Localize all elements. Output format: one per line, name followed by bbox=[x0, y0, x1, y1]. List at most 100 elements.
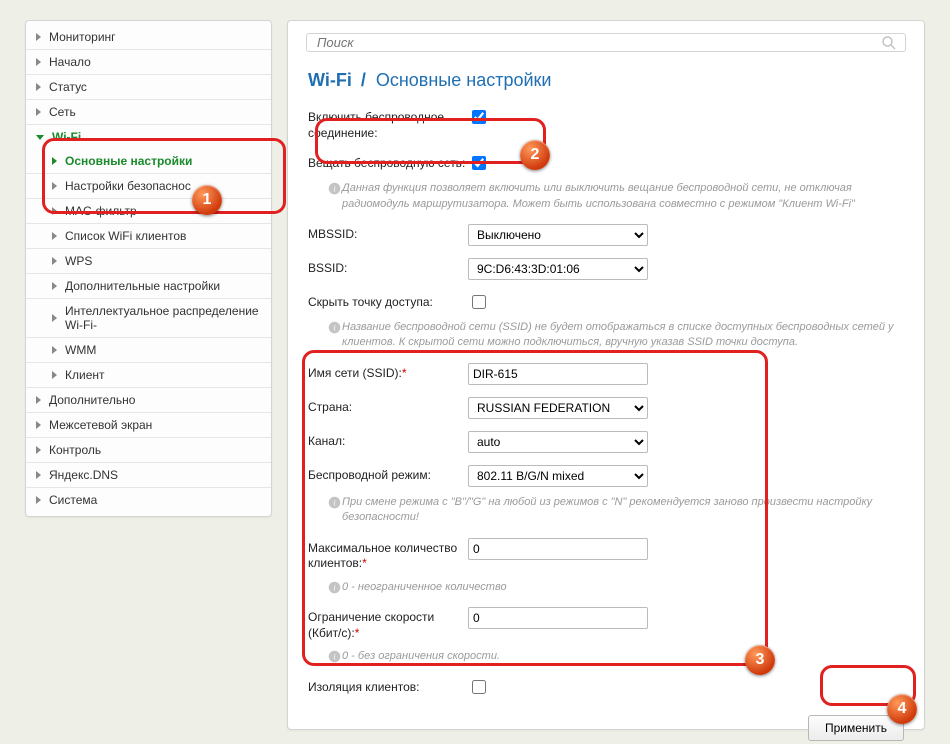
chevron-icon bbox=[52, 207, 57, 215]
sidebar-subitem-4-1[interactable]: Настройки безопаснос bbox=[26, 173, 271, 198]
sidebar-item-label: WPS bbox=[65, 254, 92, 268]
sidebar-item-label: Сеть bbox=[49, 105, 76, 119]
chevron-icon bbox=[52, 371, 57, 379]
mode-label: Беспроводной режим: bbox=[308, 465, 468, 484]
sidebar-item-label: Интеллектуальное распределение Wi-Fi- bbox=[65, 304, 261, 332]
mode-hint: i При смене режима с "B"/"G" на любой из… bbox=[326, 493, 904, 532]
channel-select[interactable]: auto bbox=[468, 431, 648, 453]
rate-limit-hint: i 0 - без ограничения скорости. bbox=[326, 647, 904, 670]
chevron-icon bbox=[52, 232, 57, 240]
mode-select[interactable]: 802.11 B/G/N mixed bbox=[468, 465, 648, 487]
country-select[interactable]: RUSSIAN FEDERATION bbox=[468, 397, 648, 419]
chevron-icon bbox=[52, 182, 57, 190]
search-bar[interactable] bbox=[306, 33, 906, 52]
chevron-icon bbox=[36, 421, 41, 429]
rate-limit-input[interactable] bbox=[468, 607, 648, 629]
mbssid-label: MBSSID: bbox=[308, 224, 468, 243]
sidebar-subitem-4-8[interactable]: Клиент bbox=[26, 362, 271, 387]
info-icon: i bbox=[326, 495, 342, 526]
broadcast-label: Вещать беспроводную сеть: bbox=[308, 153, 468, 172]
broadcast-hint: i Данная функция позволяет включить или … bbox=[326, 179, 904, 218]
channel-label: Канал: bbox=[308, 431, 468, 450]
max-clients-input[interactable] bbox=[468, 538, 648, 560]
max-clients-hint: i 0 - неограниченное количество bbox=[326, 578, 904, 601]
chevron-icon bbox=[36, 58, 41, 66]
sidebar-subitem-4-0[interactable]: Основные настройки bbox=[26, 149, 271, 173]
sidebar-item-0[interactable]: Мониторинг bbox=[26, 25, 271, 49]
sidebar-item-label: Основные настройки bbox=[65, 154, 192, 168]
sidebar-subitem-4-4[interactable]: WPS bbox=[26, 248, 271, 273]
isolation-label: Изоляция клиентов: bbox=[308, 677, 468, 696]
chevron-icon bbox=[36, 471, 41, 479]
sidebar-item-label: Яндекс.DNS bbox=[49, 468, 118, 482]
chevron-icon bbox=[52, 157, 57, 165]
ssid-input[interactable] bbox=[468, 363, 648, 385]
annotation-badge-3: 3 bbox=[745, 645, 775, 675]
isolation-checkbox[interactable] bbox=[472, 680, 486, 694]
bssid-label: BSSID: bbox=[308, 258, 468, 277]
sidebar-subitem-4-6[interactable]: Интеллектуальное распределение Wi-Fi- bbox=[26, 298, 271, 337]
chevron-icon bbox=[36, 135, 44, 140]
sidebar-item-4[interactable]: Wi-Fi bbox=[26, 124, 271, 149]
chevron-icon bbox=[36, 33, 41, 41]
chevron-icon bbox=[36, 496, 41, 504]
sidebar-item-label: Список WiFi клиентов bbox=[65, 229, 186, 243]
sidebar-item-label: Клиент bbox=[65, 368, 105, 382]
bssid-select[interactable]: 9C:D6:43:3D:01:06 bbox=[468, 258, 648, 280]
info-icon: i bbox=[326, 320, 342, 351]
sidebar-item-9[interactable]: Система bbox=[26, 487, 271, 512]
max-clients-label: Максимальное количество клиентов:* bbox=[308, 538, 468, 572]
search-input[interactable] bbox=[315, 34, 881, 51]
search-icon bbox=[881, 35, 897, 51]
info-icon: i bbox=[326, 649, 342, 664]
hide-ap-hint: i Название беспроводной сети (SSID) не б… bbox=[326, 318, 904, 357]
sidebar-item-6[interactable]: Межсетевой экран bbox=[26, 412, 271, 437]
sidebar-item-label: Мониторинг bbox=[49, 30, 116, 44]
country-label: Страна: bbox=[308, 397, 468, 416]
sidebar-item-label: Статус bbox=[49, 80, 87, 94]
sidebar: Мониторинг Начало Статус Сеть Wi-Fi Основные … bbox=[25, 20, 272, 517]
annotation-badge-2: 2 bbox=[520, 140, 550, 170]
sidebar-item-label: WMM bbox=[65, 343, 96, 357]
sidebar-item-label: Wi-Fi bbox=[52, 130, 81, 144]
hide-ap-checkbox[interactable] bbox=[472, 295, 486, 309]
broadcast-checkbox[interactable] bbox=[472, 156, 486, 170]
annotation-badge-1: 1 bbox=[192, 185, 222, 215]
chevron-icon bbox=[36, 83, 41, 91]
chevron-icon bbox=[36, 446, 41, 454]
page-title: Wi-Fi / Основные настройки bbox=[308, 70, 904, 91]
sidebar-subitem-4-7[interactable]: WMM bbox=[26, 337, 271, 362]
sidebar-item-label: Система bbox=[49, 493, 97, 507]
wifi-settings-form: Включить беспроводное соединение: Вещать… bbox=[288, 101, 924, 703]
chevron-icon bbox=[52, 257, 57, 265]
chevron-icon bbox=[36, 396, 41, 404]
hide-ap-label: Скрыть точку доступа: bbox=[308, 292, 468, 311]
mbssid-select[interactable]: Выключено bbox=[468, 224, 648, 246]
sidebar-item-5[interactable]: Дополнительно bbox=[26, 387, 271, 412]
sidebar-item-8[interactable]: Яндекс.DNS bbox=[26, 462, 271, 487]
ssid-label: Имя сети (SSID):* bbox=[308, 363, 468, 382]
sidebar-item-label: Начало bbox=[49, 55, 91, 69]
main-panel: Wi-Fi / Основные настройки Включить бесп… bbox=[287, 20, 925, 730]
sidebar-item-label: Дополнительные настройки bbox=[65, 279, 220, 293]
chevron-icon bbox=[36, 108, 41, 116]
sidebar-item-1[interactable]: Начало bbox=[26, 49, 271, 74]
sidebar-item-label: Дополнительно bbox=[49, 393, 135, 407]
sidebar-item-label: Межсетевой экран bbox=[49, 418, 152, 432]
sidebar-item-2[interactable]: Статус bbox=[26, 74, 271, 99]
sidebar-item-3[interactable]: Сеть bbox=[26, 99, 271, 124]
sidebar-item-7[interactable]: Контроль bbox=[26, 437, 271, 462]
sidebar-subitem-4-5[interactable]: Дополнительные настройки bbox=[26, 273, 271, 298]
enable-wireless-checkbox[interactable] bbox=[472, 110, 486, 124]
sidebar-subitem-4-3[interactable]: Список WiFi клиентов bbox=[26, 223, 271, 248]
info-icon: i bbox=[326, 181, 342, 212]
annotation-badge-4: 4 bbox=[887, 694, 917, 724]
rate-limit-label: Ограничение скорости (Кбит/c):* bbox=[308, 607, 468, 641]
sidebar-item-label: MAC-фильтр bbox=[65, 204, 137, 218]
info-icon: i bbox=[326, 580, 342, 595]
chevron-icon bbox=[52, 346, 57, 354]
chevron-icon bbox=[52, 282, 57, 290]
enable-wireless-label: Включить беспроводное соединение: bbox=[308, 107, 468, 141]
chevron-icon bbox=[52, 314, 57, 322]
sidebar-subitem-4-2[interactable]: MAC-фильтр bbox=[26, 198, 271, 223]
